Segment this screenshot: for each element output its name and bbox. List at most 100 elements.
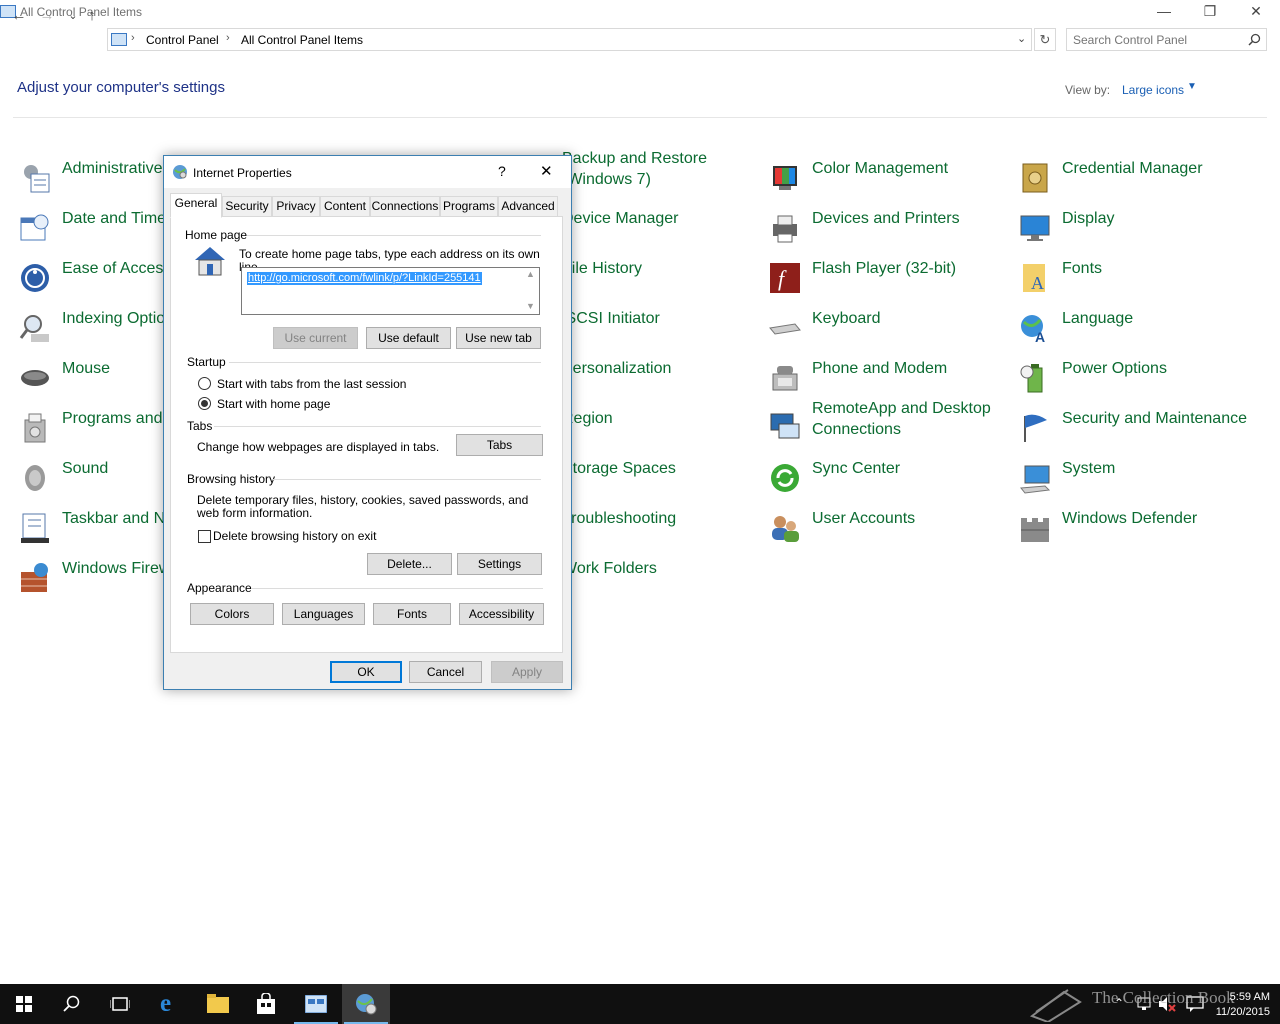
item-label[interactable]: Power Options xyxy=(1062,358,1262,379)
delete-history-on-exit-checkbox[interactable] xyxy=(198,530,211,543)
radio-home-page-label[interactable]: Start with home page xyxy=(217,398,330,411)
search-taskbar-button[interactable] xyxy=(48,984,96,1024)
tab-privacy[interactable]: Privacy xyxy=(272,196,320,217)
cp-item-system[interactable]: System xyxy=(1019,458,1259,502)
tab-connections[interactable]: Connections xyxy=(370,196,440,217)
cp-item-keyboard[interactable]: Keyboard xyxy=(769,308,1009,352)
item-label[interactable]: File History xyxy=(562,258,762,279)
refresh-icon[interactable]: ↻ xyxy=(1034,28,1056,51)
item-label[interactable]: Credential Manager xyxy=(1062,158,1262,179)
help-button[interactable]: ? xyxy=(498,163,506,179)
radio-last-session[interactable] xyxy=(198,377,211,390)
item-label[interactable]: Fonts xyxy=(1062,258,1262,279)
item-label[interactable]: User Accounts xyxy=(812,508,1012,529)
breadcrumb-chevron-icon[interactable]: › xyxy=(131,32,135,44)
cp-item-color-management[interactable]: Color Management xyxy=(769,158,1009,202)
minimize-button[interactable]: — xyxy=(1141,0,1187,24)
taskbar-control-panel[interactable] xyxy=(292,984,340,1024)
address-bar[interactable]: › Control Panel › All Control Panel Item… xyxy=(107,28,1032,51)
search-input[interactable] xyxy=(1073,32,1238,48)
search-icon[interactable] xyxy=(1248,33,1261,46)
up-arrow-icon[interactable]: ↑ xyxy=(81,4,103,28)
internet-properties-dialog[interactable]: Internet Properties ? ✕ General Security… xyxy=(163,155,572,690)
use-current-button[interactable]: Use current xyxy=(273,327,358,349)
restore-button[interactable]: ❐ xyxy=(1187,0,1233,24)
cp-item-credential-manager[interactable]: Credential Manager xyxy=(1019,158,1259,202)
cp-item-power-options[interactable]: Power Options xyxy=(1019,358,1259,402)
tab-programs[interactable]: Programs xyxy=(440,196,498,217)
item-label[interactable]: System xyxy=(1062,458,1262,479)
item-label[interactable]: Backup and Restore (Windows 7) xyxy=(562,148,732,190)
home-page-url-text[interactable]: http://go.microsoft.com/fwlink/p/?LinkId… xyxy=(247,272,482,285)
settings-button[interactable]: Settings xyxy=(457,553,542,575)
ok-button[interactable]: OK xyxy=(330,661,402,683)
cp-item-windows-defender[interactable]: Windows Defender xyxy=(1019,508,1259,552)
item-label[interactable]: Devices and Printers xyxy=(812,208,1012,229)
apply-button[interactable]: Apply xyxy=(491,661,563,683)
view-by-dropdown[interactable]: Large icons xyxy=(1122,83,1184,97)
item-label[interactable]: Phone and Modem xyxy=(812,358,1012,379)
use-default-button[interactable]: Use default xyxy=(366,327,451,349)
search-box[interactable] xyxy=(1066,28,1267,51)
forward-arrow-icon[interactable]: → xyxy=(36,4,58,28)
breadcrumb-control-panel[interactable]: Control Panel xyxy=(146,33,219,47)
radio-last-session-label[interactable]: Start with tabs from the last session xyxy=(217,378,406,391)
scroll-up-icon[interactable]: ▲ xyxy=(526,269,535,279)
taskbar-internet-properties[interactable] xyxy=(342,984,390,1024)
item-label[interactable]: Color Management xyxy=(812,158,1012,179)
tab-content[interactable]: Content xyxy=(320,196,370,217)
scroll-down-icon[interactable]: ▼ xyxy=(526,301,535,311)
cp-item-remoteapp[interactable]: RemoteApp and Desktop Connections xyxy=(769,398,1009,442)
url-scrollbar[interactable]: ▲ ▼ xyxy=(522,268,539,314)
delete-history-on-exit-label[interactable]: Delete browsing history on exit xyxy=(213,530,376,543)
taskbar-clock[interactable]: 5:59 AM 11/20/2015 xyxy=(1216,990,1270,1020)
cp-item-security-and-maintenance[interactable]: Security and Maintenance xyxy=(1019,408,1259,452)
item-label[interactable]: Work Folders xyxy=(562,558,762,579)
item-label[interactable]: Language xyxy=(1062,308,1262,329)
fonts-button[interactable]: Fonts xyxy=(373,603,451,625)
breadcrumb-chevron-icon[interactable]: › xyxy=(226,32,230,44)
address-dropdown-chevron-icon[interactable]: ⌄ xyxy=(1017,32,1026,45)
item-label[interactable]: Keyboard xyxy=(812,308,1012,329)
item-label[interactable]: Display xyxy=(1062,208,1262,229)
item-label[interactable]: Security and Maintenance xyxy=(1062,408,1262,429)
start-button[interactable] xyxy=(0,984,48,1024)
item-label[interactable]: Troubleshooting xyxy=(562,508,762,529)
accessibility-button[interactable]: Accessibility xyxy=(459,603,544,625)
colors-button[interactable]: Colors xyxy=(190,603,274,625)
taskbar-store[interactable] xyxy=(242,984,290,1024)
cp-item-fonts[interactable]: A Fonts xyxy=(1019,258,1259,302)
back-arrow-icon[interactable]: ← xyxy=(8,4,30,28)
item-label[interactable]: Personalization xyxy=(562,358,762,379)
cp-item-flash-player[interactable]: f Flash Player (32-bit) xyxy=(769,258,1009,302)
tab-general[interactable]: General xyxy=(170,193,222,218)
cp-item-devices-and-printers[interactable]: Devices and Printers xyxy=(769,208,1009,252)
item-label[interactable]: RemoteApp and Desktop Connections xyxy=(812,398,1002,440)
item-label[interactable]: Flash Player (32-bit) xyxy=(812,258,1012,279)
item-label[interactable]: Sync Center xyxy=(812,458,1012,479)
task-view-button[interactable] xyxy=(96,984,144,1024)
view-by-caret-icon[interactable]: ▼ xyxy=(1187,81,1197,92)
close-button[interactable]: ✕ xyxy=(1233,0,1279,24)
item-label[interactable]: Windows Defender xyxy=(1062,508,1262,529)
taskbar-file-explorer[interactable] xyxy=(194,984,242,1024)
tab-advanced[interactable]: Advanced xyxy=(498,196,558,217)
use-new-tab-button[interactable]: Use new tab xyxy=(456,327,541,349)
tabs-button[interactable]: Tabs xyxy=(456,434,543,456)
home-page-url-textarea[interactable]: http://go.microsoft.com/fwlink/p/?LinkId… xyxy=(241,267,540,315)
breadcrumb-all-items[interactable]: All Control Panel Items xyxy=(241,33,363,47)
cp-item-sync-center[interactable]: Sync Center xyxy=(769,458,1009,502)
cp-item-display[interactable]: Display xyxy=(1019,208,1259,252)
radio-home-page[interactable] xyxy=(198,397,211,410)
cancel-button[interactable]: Cancel xyxy=(409,661,482,683)
delete-button[interactable]: Delete... xyxy=(367,553,452,575)
item-label[interactable]: Device Manager xyxy=(562,208,762,229)
item-label[interactable]: iSCSI Initiator xyxy=(562,308,762,329)
languages-button[interactable]: Languages xyxy=(282,603,365,625)
cp-item-language[interactable]: A Language xyxy=(1019,308,1259,352)
taskbar-edge[interactable]: e xyxy=(146,984,194,1024)
cp-item-user-accounts[interactable]: User Accounts xyxy=(769,508,1009,552)
tab-security[interactable]: Security xyxy=(222,196,272,217)
item-label[interactable]: Region xyxy=(562,408,762,429)
cp-item-phone-and-modem[interactable]: Phone and Modem xyxy=(769,358,1009,402)
